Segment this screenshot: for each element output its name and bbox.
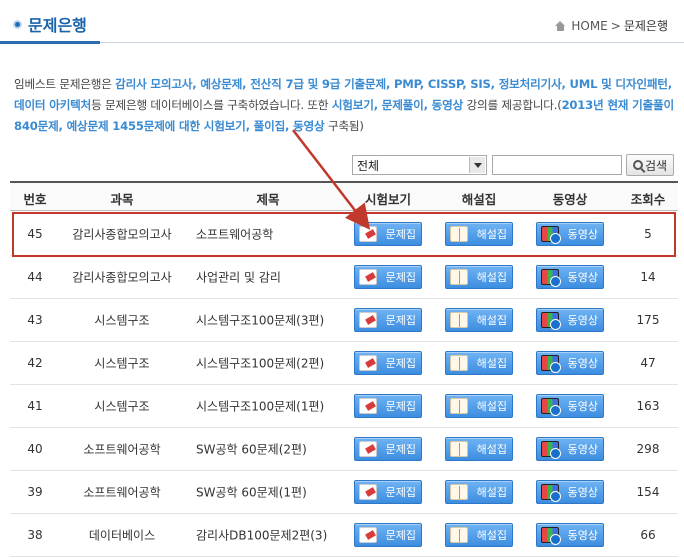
annotation-arrow	[292, 129, 371, 230]
